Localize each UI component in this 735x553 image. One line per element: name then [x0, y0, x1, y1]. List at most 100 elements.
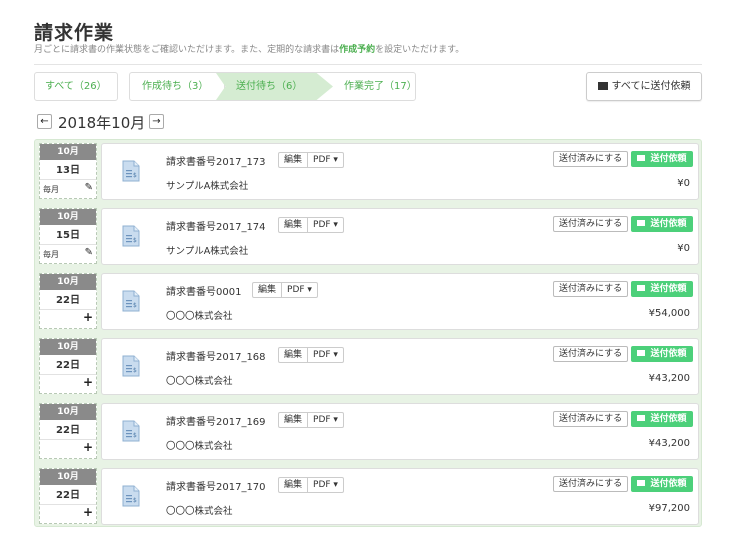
date-day: 22日	[40, 421, 96, 440]
date-day: 22日	[40, 486, 96, 505]
invoice-card[interactable]: $ 請求書番号2017_168 編集 PDF ▾ 〇〇〇株式会社 送付済みにする …	[101, 338, 699, 395]
send-request-button[interactable]: 送付依頼	[631, 281, 693, 297]
date-month: 10月	[40, 469, 96, 485]
invoice-actions: 編集 PDF ▾	[278, 152, 344, 168]
tab-all[interactable]: すべて（26）	[34, 72, 118, 101]
invoice-actions: 編集 PDF ▾	[278, 477, 344, 493]
pdf-dropdown[interactable]: PDF ▾	[308, 153, 343, 167]
send-request-button[interactable]: 送付依頼	[631, 346, 693, 362]
svg-text:$: $	[133, 172, 137, 179]
invoice-title[interactable]: 請求書番号0001	[166, 283, 241, 298]
mark-sent-button[interactable]: 送付済みにする	[553, 346, 629, 362]
send-request-button[interactable]: 送付依頼	[631, 476, 693, 492]
invoice-amount: ¥0	[677, 178, 690, 189]
svg-text:$: $	[133, 367, 137, 374]
mark-sent-button[interactable]: 送付済みにする	[553, 411, 629, 427]
invoice-title[interactable]: 請求書番号2017_170	[166, 478, 266, 493]
mark-sent-button[interactable]: 送付済みにする	[553, 151, 629, 167]
invoice-amount: ¥43,200	[648, 438, 690, 449]
mail-icon	[637, 415, 646, 421]
send-request-button[interactable]: 送付依頼	[631, 411, 693, 427]
invoice-amount: ¥54,000	[648, 308, 690, 319]
svg-text:$: $	[133, 302, 137, 309]
invoice-document-icon: $	[122, 355, 140, 377]
invoice-title[interactable]: 請求書番号2017_168	[166, 348, 266, 363]
plus-icon[interactable]: +	[83, 440, 93, 454]
pdf-dropdown[interactable]: PDF ▾	[308, 218, 343, 232]
invoice-list: 10月 13日 毎月 ✎ $ 請求書番号2017_173 編集 PDF ▾ サンプ…	[34, 139, 702, 527]
send-request-label: 送付依頼	[650, 219, 687, 229]
tab-done[interactable]: 作業完了（17）	[330, 73, 415, 100]
date-box: 10月 22日 +	[39, 273, 97, 329]
recurring-label: 毎月	[43, 250, 59, 259]
date-month: 10月	[40, 209, 96, 225]
send-request-label: 送付依頼	[650, 154, 687, 164]
pdf-dropdown[interactable]: PDF ▾	[308, 478, 343, 492]
date-box: 10月 22日 +	[39, 468, 97, 524]
send-request-button[interactable]: 送付依頼	[631, 151, 693, 167]
mark-sent-button[interactable]: 送付済みにする	[553, 281, 629, 297]
divider	[34, 64, 702, 65]
page-title: 請求作業	[34, 22, 115, 44]
pencil-icon[interactable]: ✎	[85, 182, 93, 193]
date-month: 10月	[40, 144, 96, 160]
workflow-steps: 作成待ち（3） 送付待ち（6） 作業完了（17）	[129, 72, 416, 101]
invoice-title[interactable]: 請求書番号2017_174	[166, 218, 266, 233]
date-day: 22日	[40, 356, 96, 375]
mark-sent-button[interactable]: 送付済みにする	[553, 216, 629, 232]
send-all-button[interactable]: すべてに送付依頼	[586, 72, 702, 101]
invoice-title[interactable]: 請求書番号2017_173	[166, 153, 266, 168]
send-request-label: 送付依頼	[650, 284, 687, 294]
invoice-card[interactable]: $ 請求書番号2017_169 編集 PDF ▾ 〇〇〇株式会社 送付済みにする …	[101, 403, 699, 460]
prev-month-button[interactable]: ←	[37, 114, 52, 129]
plus-icon[interactable]: +	[83, 310, 93, 324]
mark-sent-button[interactable]: 送付済みにする	[553, 476, 629, 492]
invoice-card[interactable]: $ 請求書番号2017_173 編集 PDF ▾ サンプルA株式会社 送付済みにす…	[101, 143, 699, 200]
company-name: 〇〇〇株式会社	[166, 311, 233, 322]
invoice-amount: ¥97,200	[648, 503, 690, 514]
send-request-button[interactable]: 送付依頼	[631, 216, 693, 232]
invoice-actions: 編集 PDF ▾	[278, 347, 344, 363]
date-box: 10月 13日 毎月 ✎	[39, 143, 97, 199]
date-month: 10月	[40, 339, 96, 355]
edit-button[interactable]: 編集	[279, 478, 309, 492]
pencil-icon[interactable]: ✎	[85, 247, 93, 258]
date-day: 15日	[40, 226, 96, 245]
plus-icon[interactable]: +	[83, 505, 93, 519]
edit-button[interactable]: 編集	[279, 153, 309, 167]
pdf-dropdown[interactable]: PDF ▾	[308, 348, 343, 362]
pdf-dropdown[interactable]: PDF ▾	[308, 413, 343, 427]
edit-button[interactable]: 編集	[279, 348, 309, 362]
invoice-row: 10月 22日 + $ 請求書番号0001 編集 PDF ▾ 〇〇〇株式会社 送付…	[35, 270, 703, 330]
mail-icon	[637, 350, 646, 356]
invoice-actions: 編集 PDF ▾	[278, 217, 344, 233]
company-name: 〇〇〇株式会社	[166, 441, 233, 452]
invoice-amount: ¥0	[677, 243, 690, 254]
date-box: 10月 22日 +	[39, 338, 97, 394]
subtitle-text-before: 月ごとに請求書の作業状態をご確認いただけます。また、定期的な請求書は	[34, 45, 340, 55]
invoice-amount: ¥43,200	[648, 373, 690, 384]
tab-sending[interactable]: 送付待ち（6）	[216, 73, 333, 100]
invoice-actions: 編集 PDF ▾	[278, 412, 344, 428]
send-all-label: すべてに送付依頼	[611, 81, 691, 92]
edit-button[interactable]: 編集	[279, 218, 309, 232]
month-label: 2018年10月	[58, 114, 146, 132]
svg-text:$: $	[133, 237, 137, 244]
schedule-link[interactable]: 作成予約	[339, 45, 375, 55]
send-request-label: 送付依頼	[650, 479, 687, 489]
plus-icon[interactable]: +	[83, 375, 93, 389]
date-day: 22日	[40, 291, 96, 310]
page-subtitle: 月ごとに請求書の作業状態をご確認いただけます。また、定期的な請求書は作成予約を設…	[34, 42, 464, 55]
invoice-title[interactable]: 請求書番号2017_169	[166, 413, 266, 428]
mail-icon	[637, 155, 646, 161]
edit-button[interactable]: 編集	[279, 413, 309, 427]
pdf-dropdown[interactable]: PDF ▾	[282, 283, 317, 297]
invoice-card[interactable]: $ 請求書番号2017_170 編集 PDF ▾ 〇〇〇株式会社 送付済みにする …	[101, 468, 699, 525]
next-month-button[interactable]: →	[149, 114, 164, 129]
date-box: 10月 15日 毎月 ✎	[39, 208, 97, 264]
invoice-card[interactable]: $ 請求書番号0001 編集 PDF ▾ 〇〇〇株式会社 送付済みにする 送付依頼…	[101, 273, 699, 330]
tab-creating[interactable]: 作成待ち（3）	[130, 73, 225, 100]
invoice-card[interactable]: $ 請求書番号2017_174 編集 PDF ▾ サンプルA株式会社 送付済みにす…	[101, 208, 699, 265]
edit-button[interactable]: 編集	[253, 283, 283, 297]
recurring-label: 毎月	[43, 185, 59, 194]
